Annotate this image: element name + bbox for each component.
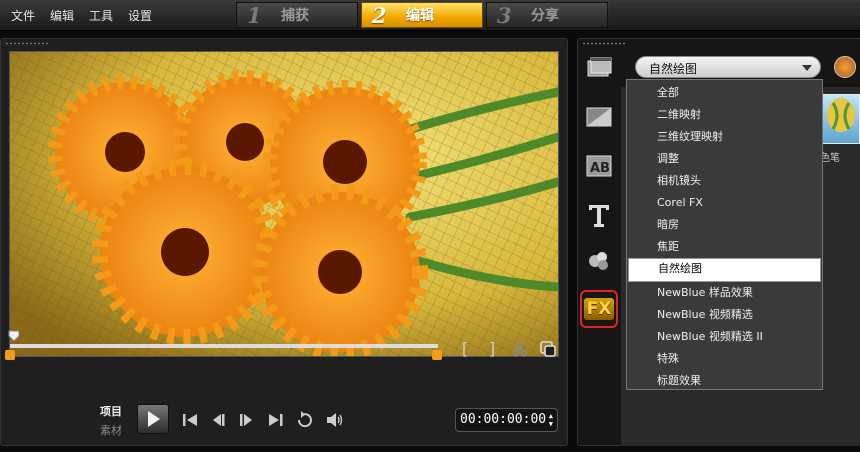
gear-icon[interactable]	[834, 56, 856, 78]
step-capture[interactable]: 1 捕获	[236, 2, 358, 28]
step-label: 编辑	[406, 8, 434, 24]
workflow-steps: 1 捕获 2 编辑 3 分享	[236, 2, 611, 28]
preview-image	[10, 52, 558, 356]
category-option[interactable]: NewBlue 样品效果	[627, 282, 822, 304]
category-option[interactable]: Corel FX	[627, 192, 822, 214]
step-number: 1	[247, 2, 262, 28]
volume-icon[interactable]	[324, 410, 344, 430]
mark-out-button[interactable]: ]	[483, 340, 501, 358]
filter-fx-button[interactable]: FX	[580, 290, 618, 328]
graphics-icon[interactable]	[585, 247, 613, 275]
dropdown-value: 自然绘图	[649, 62, 698, 76]
preview-window	[9, 51, 559, 357]
timecode-value: 00:00:00:00	[460, 412, 547, 427]
timecode-field[interactable]: 00:00:00:00 ▲ ▼	[455, 408, 558, 432]
scissors-icon[interactable]	[511, 340, 529, 358]
menu-tools[interactable]: 工具	[89, 7, 113, 24]
step-number: 3	[497, 2, 512, 28]
text-icon[interactable]	[585, 201, 613, 229]
fx-icon: FX	[583, 298, 615, 320]
timecode-spinner-icon[interactable]: ▲ ▼	[549, 412, 553, 428]
title-ab-icon[interactable]: AB	[585, 152, 613, 180]
category-option[interactable]: 三维纹理映射	[627, 126, 822, 148]
category-dropdown[interactable]: 自然绘图	[635, 56, 821, 78]
mode-clip-label[interactable]: 素材	[100, 422, 122, 438]
category-option[interactable]: 二维映射	[627, 104, 822, 126]
media-icon[interactable]	[585, 55, 613, 83]
thumbnail-label: 色笔	[820, 153, 840, 164]
step-label: 分享	[531, 8, 559, 24]
panel-grip[interactable]	[582, 42, 626, 45]
category-option[interactable]: NewBlue 视频精选 II	[627, 326, 822, 348]
category-option[interactable]: 自然绘图	[628, 258, 821, 282]
menu-settings[interactable]: 设置	[128, 7, 152, 24]
filter-thumbnail[interactable]	[822, 94, 860, 144]
mode-project-label[interactable]: 项目	[100, 403, 122, 419]
step-edit[interactable]: 2 编辑	[361, 2, 483, 28]
category-option[interactable]: 焦距	[627, 236, 822, 258]
svg-text:AB: AB	[590, 161, 610, 176]
play-icon	[148, 411, 160, 427]
category-option[interactable]: 相机镜头	[627, 170, 822, 192]
player-panel	[0, 38, 568, 446]
chevron-down-icon	[802, 65, 812, 71]
menu-file[interactable]: 文件	[11, 7, 35, 24]
trim-end-handle[interactable]	[432, 350, 442, 360]
balloon-icon	[827, 98, 855, 132]
scrubber-track[interactable]	[10, 344, 438, 348]
category-option[interactable]: 调整	[627, 148, 822, 170]
go-to-end-icon[interactable]	[266, 410, 286, 430]
category-option[interactable]: 特殊	[627, 348, 822, 370]
panel-grip[interactable]	[5, 42, 49, 45]
mark-in-button[interactable]: [	[456, 340, 474, 358]
category-option[interactable]: 暗房	[627, 214, 822, 236]
step-label: 捕获	[281, 8, 309, 24]
top-bar: 文件 编辑 工具 设置 1 捕获 2 编辑 3 分享	[0, 0, 860, 31]
go-to-start-icon[interactable]	[180, 410, 200, 430]
scrubber-handle[interactable]	[8, 330, 20, 342]
category-option[interactable]: 标题效果	[627, 370, 822, 392]
play-button[interactable]	[137, 404, 169, 434]
top-bar-filler	[610, 2, 860, 28]
previous-frame-icon[interactable]	[208, 410, 228, 430]
menu-edit[interactable]: 编辑	[50, 7, 74, 24]
step-share[interactable]: 3 分享	[486, 2, 608, 28]
enlarge-icon[interactable]	[539, 340, 557, 358]
category-option[interactable]: 全部	[627, 82, 822, 104]
step-number: 2	[372, 2, 387, 28]
transition-icon[interactable]	[585, 103, 613, 131]
category-option[interactable]: NewBlue 视频精选	[627, 304, 822, 326]
repeat-icon[interactable]	[295, 410, 315, 430]
next-frame-icon[interactable]	[237, 410, 257, 430]
category-list: 全部 二维映射 三维纹理映射 调整 相机镜头 Corel FX 暗房 焦距 自然绘图 NewBlu…	[626, 79, 823, 390]
menu-bar: 文件 编辑 工具 设置	[0, 0, 156, 30]
trim-start-handle[interactable]	[5, 350, 15, 360]
